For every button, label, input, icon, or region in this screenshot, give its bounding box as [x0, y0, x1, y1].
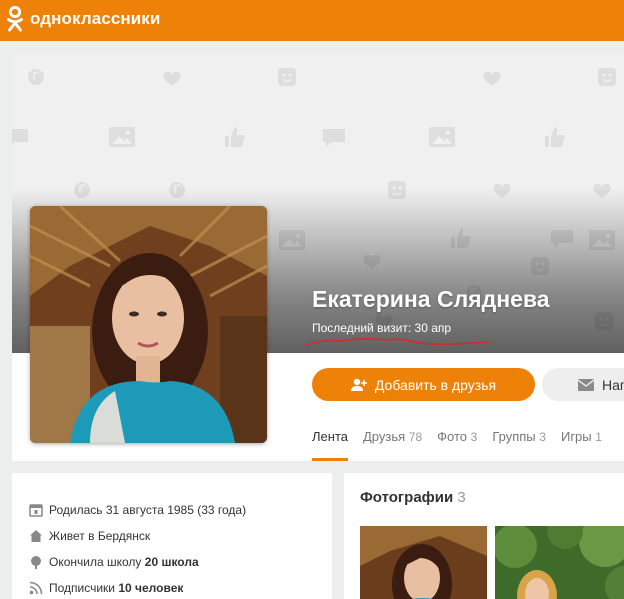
info-location: Живет в Бердянск [12, 523, 332, 549]
add-friend-label: Добавить в друзья [374, 376, 497, 393]
last-visit-text: Последний визит: 30 апр [312, 321, 452, 335]
about-card: Родилась 31 августа 1985 (33 года) Живет… [12, 473, 332, 599]
profile-name: Екатерина Сляднева [312, 286, 550, 312]
photos-count: 3 [457, 489, 466, 506]
rss-icon [29, 581, 43, 595]
add-user-icon [350, 378, 367, 391]
info-birthday: Родилась 31 августа 1985 (33 года) [12, 497, 332, 523]
profile-tabs: Лента Друзья 78 Фото 3 Группы 3 Игры 1 [312, 429, 617, 461]
photo-thumbnail[interactable] [495, 526, 624, 599]
info-followers: Подписчики 10 человек [12, 575, 332, 599]
info-school: Окончила школу 20 школа [12, 549, 332, 575]
tab-games-count: 1 [595, 430, 602, 444]
site-name: одноклассники [30, 9, 161, 28]
tab-games[interactable]: Игры 1 [561, 429, 602, 461]
ok-logo-icon [7, 5, 23, 32]
tab-feed[interactable]: Лента [312, 429, 348, 461]
write-message-button[interactable]: Нап [542, 368, 624, 401]
tab-photos-count: 3 [470, 430, 478, 444]
tab-friends-count: 78 [408, 430, 423, 444]
red-underline-annotation [305, 337, 491, 346]
photo-thumbnail-image [360, 526, 487, 599]
profile-avatar[interactable] [30, 206, 267, 443]
site-logo[interactable]: одноклассники [6, 4, 166, 34]
tab-groups-count: 3 [539, 430, 546, 444]
home-icon [30, 530, 42, 542]
write-message-label: Нап [602, 376, 624, 393]
photos-card: Фотографии 3 [344, 473, 624, 599]
graduation-icon [31, 556, 41, 569]
tab-friends[interactable]: Друзья 78 [363, 429, 422, 461]
tab-groups[interactable]: Группы 3 [492, 429, 546, 461]
add-friend-button[interactable]: Добавить в друзья [312, 368, 535, 401]
profile-card: Екатерина Сляднева Последний визит: 30 а… [12, 53, 624, 461]
avatar-photo [30, 206, 267, 443]
photo-thumbnail-image [495, 526, 624, 599]
tab-photos[interactable]: Фото 3 [437, 429, 477, 461]
photo-thumbnail[interactable] [360, 526, 487, 599]
top-bar: одноклассники [0, 0, 624, 41]
envelope-icon [578, 378, 594, 391]
calendar-icon [29, 504, 43, 517]
photos-title[interactable]: Фотографии 3 [360, 489, 466, 506]
